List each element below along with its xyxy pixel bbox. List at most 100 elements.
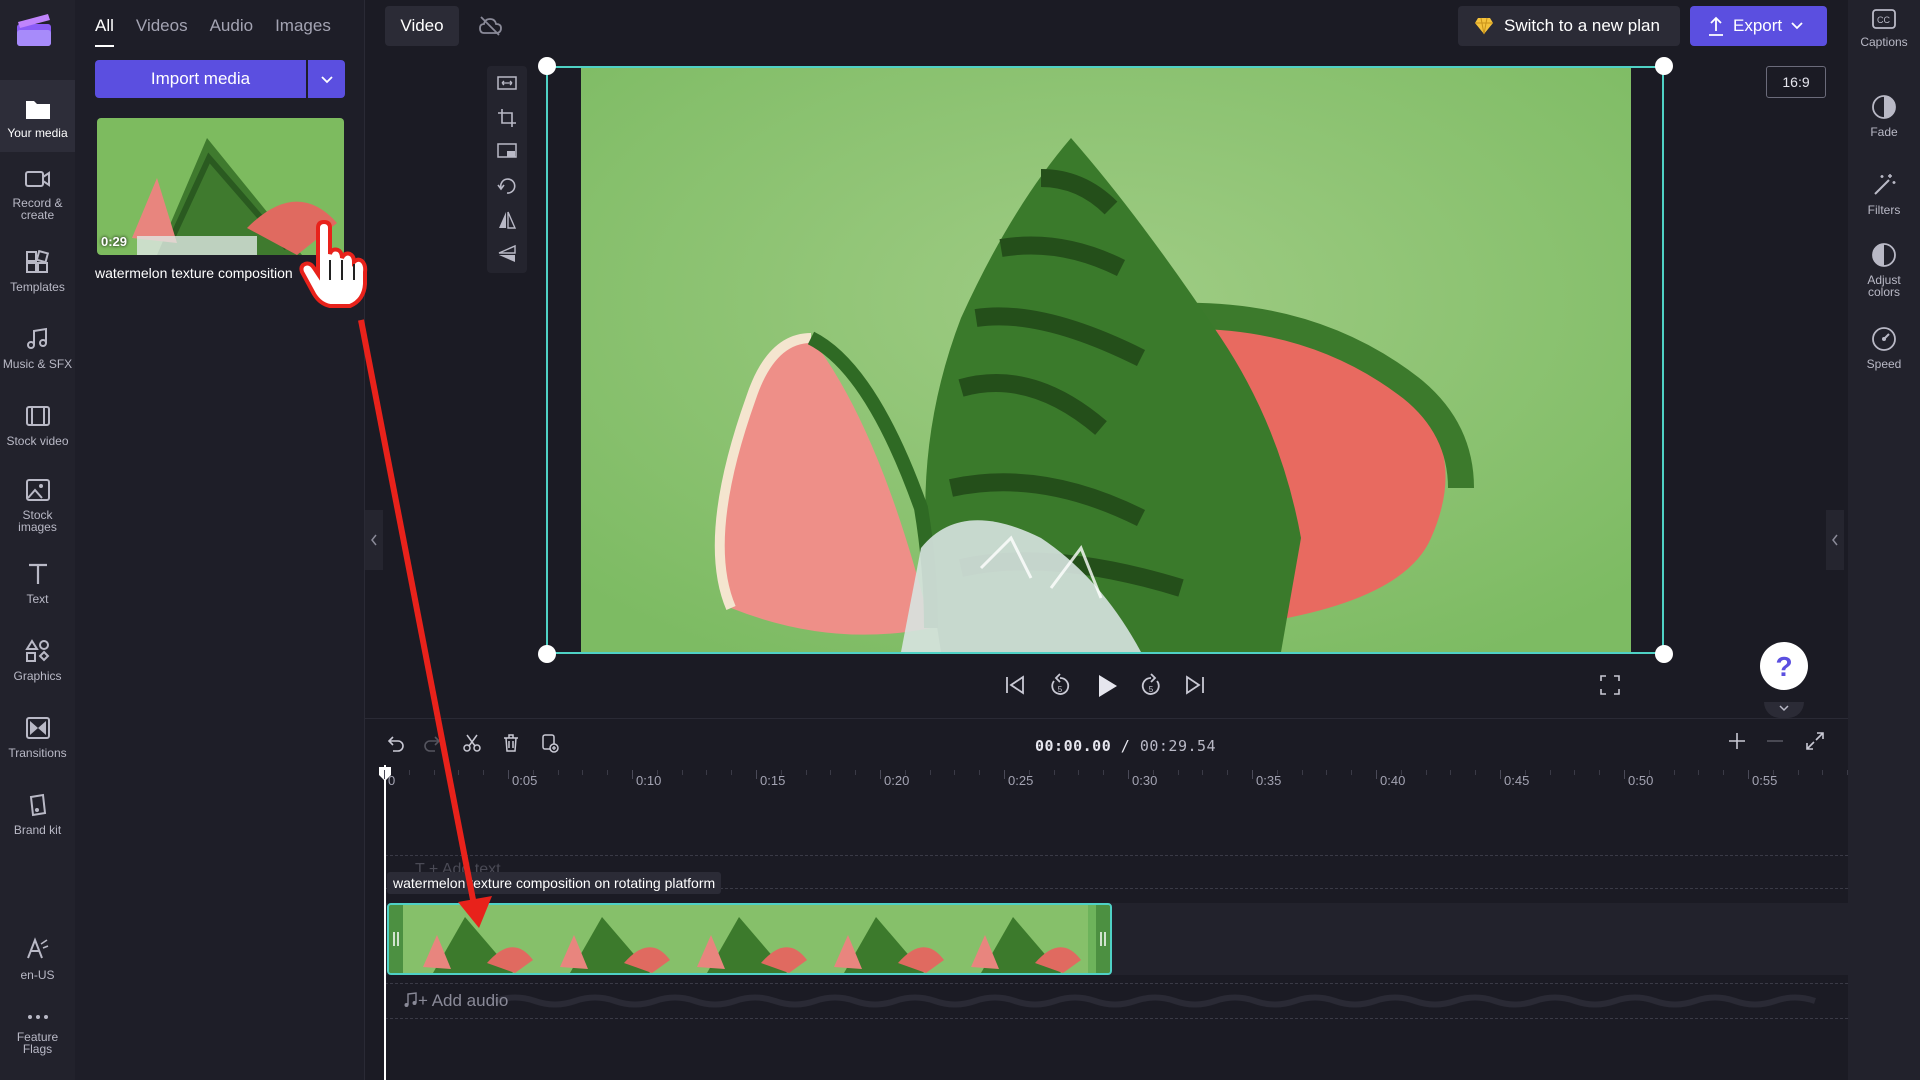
preview-toolbar [487, 66, 527, 273]
svg-text:5: 5 [1149, 685, 1154, 694]
fit-icon[interactable] [497, 74, 517, 92]
crop-icon[interactable] [497, 108, 517, 128]
ruler-minor-tick [1698, 770, 1700, 775]
playhead[interactable] [384, 765, 386, 1080]
ruler-minor-tick [780, 770, 782, 775]
rewind-5-icon[interactable]: 5 [1048, 673, 1072, 699]
clip-title-tooltip: watermelon texture composition on rotati… [387, 872, 722, 894]
tab-all[interactable]: All [95, 16, 114, 47]
ruler-label: 0:35 [1256, 773, 1282, 788]
ruler-label: 0 [388, 773, 396, 788]
captions-button[interactable]: CC Captions [1848, 8, 1920, 48]
nav-your-media[interactable]: Your media [0, 80, 75, 152]
fit-timeline-icon[interactable] [1805, 731, 1825, 751]
nav-label: Your media [7, 126, 68, 140]
fullscreen-icon[interactable] [1600, 675, 1620, 695]
svg-text:CC: CC [1877, 15, 1890, 25]
aspect-ratio-button[interactable]: 16:9 [1766, 66, 1826, 98]
watermelon-video-frame [581, 68, 1631, 652]
audio-waveform-placeholder [494, 994, 1816, 1008]
tab-audio[interactable]: Audio [210, 16, 253, 47]
filters-button[interactable]: Filters [1848, 172, 1920, 216]
tab-images[interactable]: Images [275, 16, 331, 47]
resize-handle-bottom-left[interactable] [538, 645, 556, 663]
resize-handle-top-left[interactable] [538, 57, 556, 75]
export-button[interactable]: Export [1690, 6, 1827, 46]
nav-record-create[interactable]: Record & create [0, 168, 75, 230]
skip-to-end-icon[interactable] [1183, 673, 1207, 697]
ruler-minor-tick [1475, 770, 1477, 775]
resize-handle-bottom-right[interactable] [1655, 645, 1673, 663]
ruler-minor-tick [1202, 770, 1204, 775]
delete-icon[interactable] [501, 733, 521, 753]
resize-handle-top-right[interactable] [1655, 57, 1673, 75]
video-preview-frame [581, 68, 1631, 652]
chevron-down-icon [320, 76, 333, 84]
nav-language[interactable]: en-US [0, 936, 75, 986]
picture-in-picture-icon[interactable] [497, 142, 517, 160]
import-media-button[interactable]: Import media [95, 60, 306, 98]
play-icon[interactable] [1094, 673, 1120, 699]
help-icon: ? [1775, 651, 1792, 682]
nav-label: Stock video [6, 434, 69, 448]
grip-icon [1100, 932, 1106, 946]
media-tabs: All Videos Audio Images [95, 16, 331, 47]
nav-brand-kit[interactable]: Brand kit [0, 793, 75, 843]
nav-graphics[interactable]: Graphics [0, 639, 75, 689]
ruler-label: 0:45 [1504, 773, 1530, 788]
tab-videos[interactable]: Videos [136, 16, 188, 47]
help-button[interactable]: ? [1760, 642, 1808, 690]
collapse-property-panel-button[interactable] [1826, 510, 1844, 570]
chevron-down-icon [1791, 22, 1803, 30]
ruler-tick [1748, 770, 1749, 779]
zoom-in-icon[interactable] [1727, 731, 1747, 751]
video-clip[interactable] [387, 903, 1112, 975]
nav-music-sfx[interactable]: Music & SFX [0, 327, 75, 377]
clip-trim-handle-left[interactable] [389, 905, 403, 973]
adjust-colors-button[interactable]: Adjust colors [1848, 242, 1920, 298]
nav-stock-images[interactable]: Stock images [0, 478, 75, 540]
nav-label: Feature Flags [16, 1030, 59, 1056]
nav-stock-video[interactable]: Stock video [0, 404, 75, 454]
text-icon [28, 563, 47, 584]
collapse-media-panel-button[interactable] [365, 510, 383, 570]
clipchamp-logo [14, 10, 54, 50]
fade-button[interactable]: Fade [1848, 94, 1920, 138]
nav-text[interactable]: Text [0, 562, 75, 612]
ruler-label: 0:15 [760, 773, 786, 788]
preview-stage[interactable] [546, 66, 1664, 654]
forward-5-icon[interactable]: 5 [1139, 673, 1163, 699]
split-scissors-icon[interactable] [462, 733, 482, 753]
collapse-help-button[interactable] [1764, 702, 1804, 718]
zoom-out-icon[interactable] [1765, 731, 1785, 751]
nav-templates[interactable]: Templates [0, 250, 75, 300]
import-options-dropdown[interactable] [308, 60, 345, 98]
ruler-minor-tick [904, 770, 906, 775]
rotate-icon[interactable] [497, 176, 517, 196]
ruler-tick [1376, 770, 1377, 779]
speed-button[interactable]: Speed [1848, 326, 1920, 370]
flip-horizontal-icon[interactable] [497, 210, 517, 230]
redo-icon[interactable] [423, 733, 443, 753]
total-time: 00:29.54 [1139, 737, 1217, 755]
duplicate-icon[interactable] [540, 733, 560, 753]
cloud-off-icon[interactable] [478, 15, 502, 37]
clip-frame-thumbnail [814, 905, 951, 973]
nav-feature-flags[interactable]: Feature Flags [0, 1010, 75, 1070]
audio-track-lane[interactable] [385, 983, 1848, 1019]
skip-to-start-icon[interactable] [1003, 673, 1027, 697]
flip-vertical-icon[interactable] [497, 244, 517, 264]
left-nav-rail: Your media Record & create Templates Mus… [0, 0, 75, 1080]
add-audio-label[interactable]: + Add audio [418, 991, 508, 1011]
video-selection-label[interactable]: Video [385, 6, 459, 46]
ruler-label: 0:40 [1380, 773, 1406, 788]
ruler-minor-tick [1549, 770, 1551, 775]
ruler-minor-tick [1574, 770, 1576, 775]
ruler-minor-tick [1028, 770, 1030, 775]
transitions-icon [25, 717, 50, 739]
switch-plan-button[interactable]: Switch to a new plan [1458, 6, 1680, 46]
undo-icon[interactable] [385, 733, 405, 753]
clip-trim-handle-right[interactable] [1096, 905, 1110, 973]
ruler-minor-tick [408, 770, 410, 775]
nav-transitions[interactable]: Transitions [0, 716, 75, 766]
